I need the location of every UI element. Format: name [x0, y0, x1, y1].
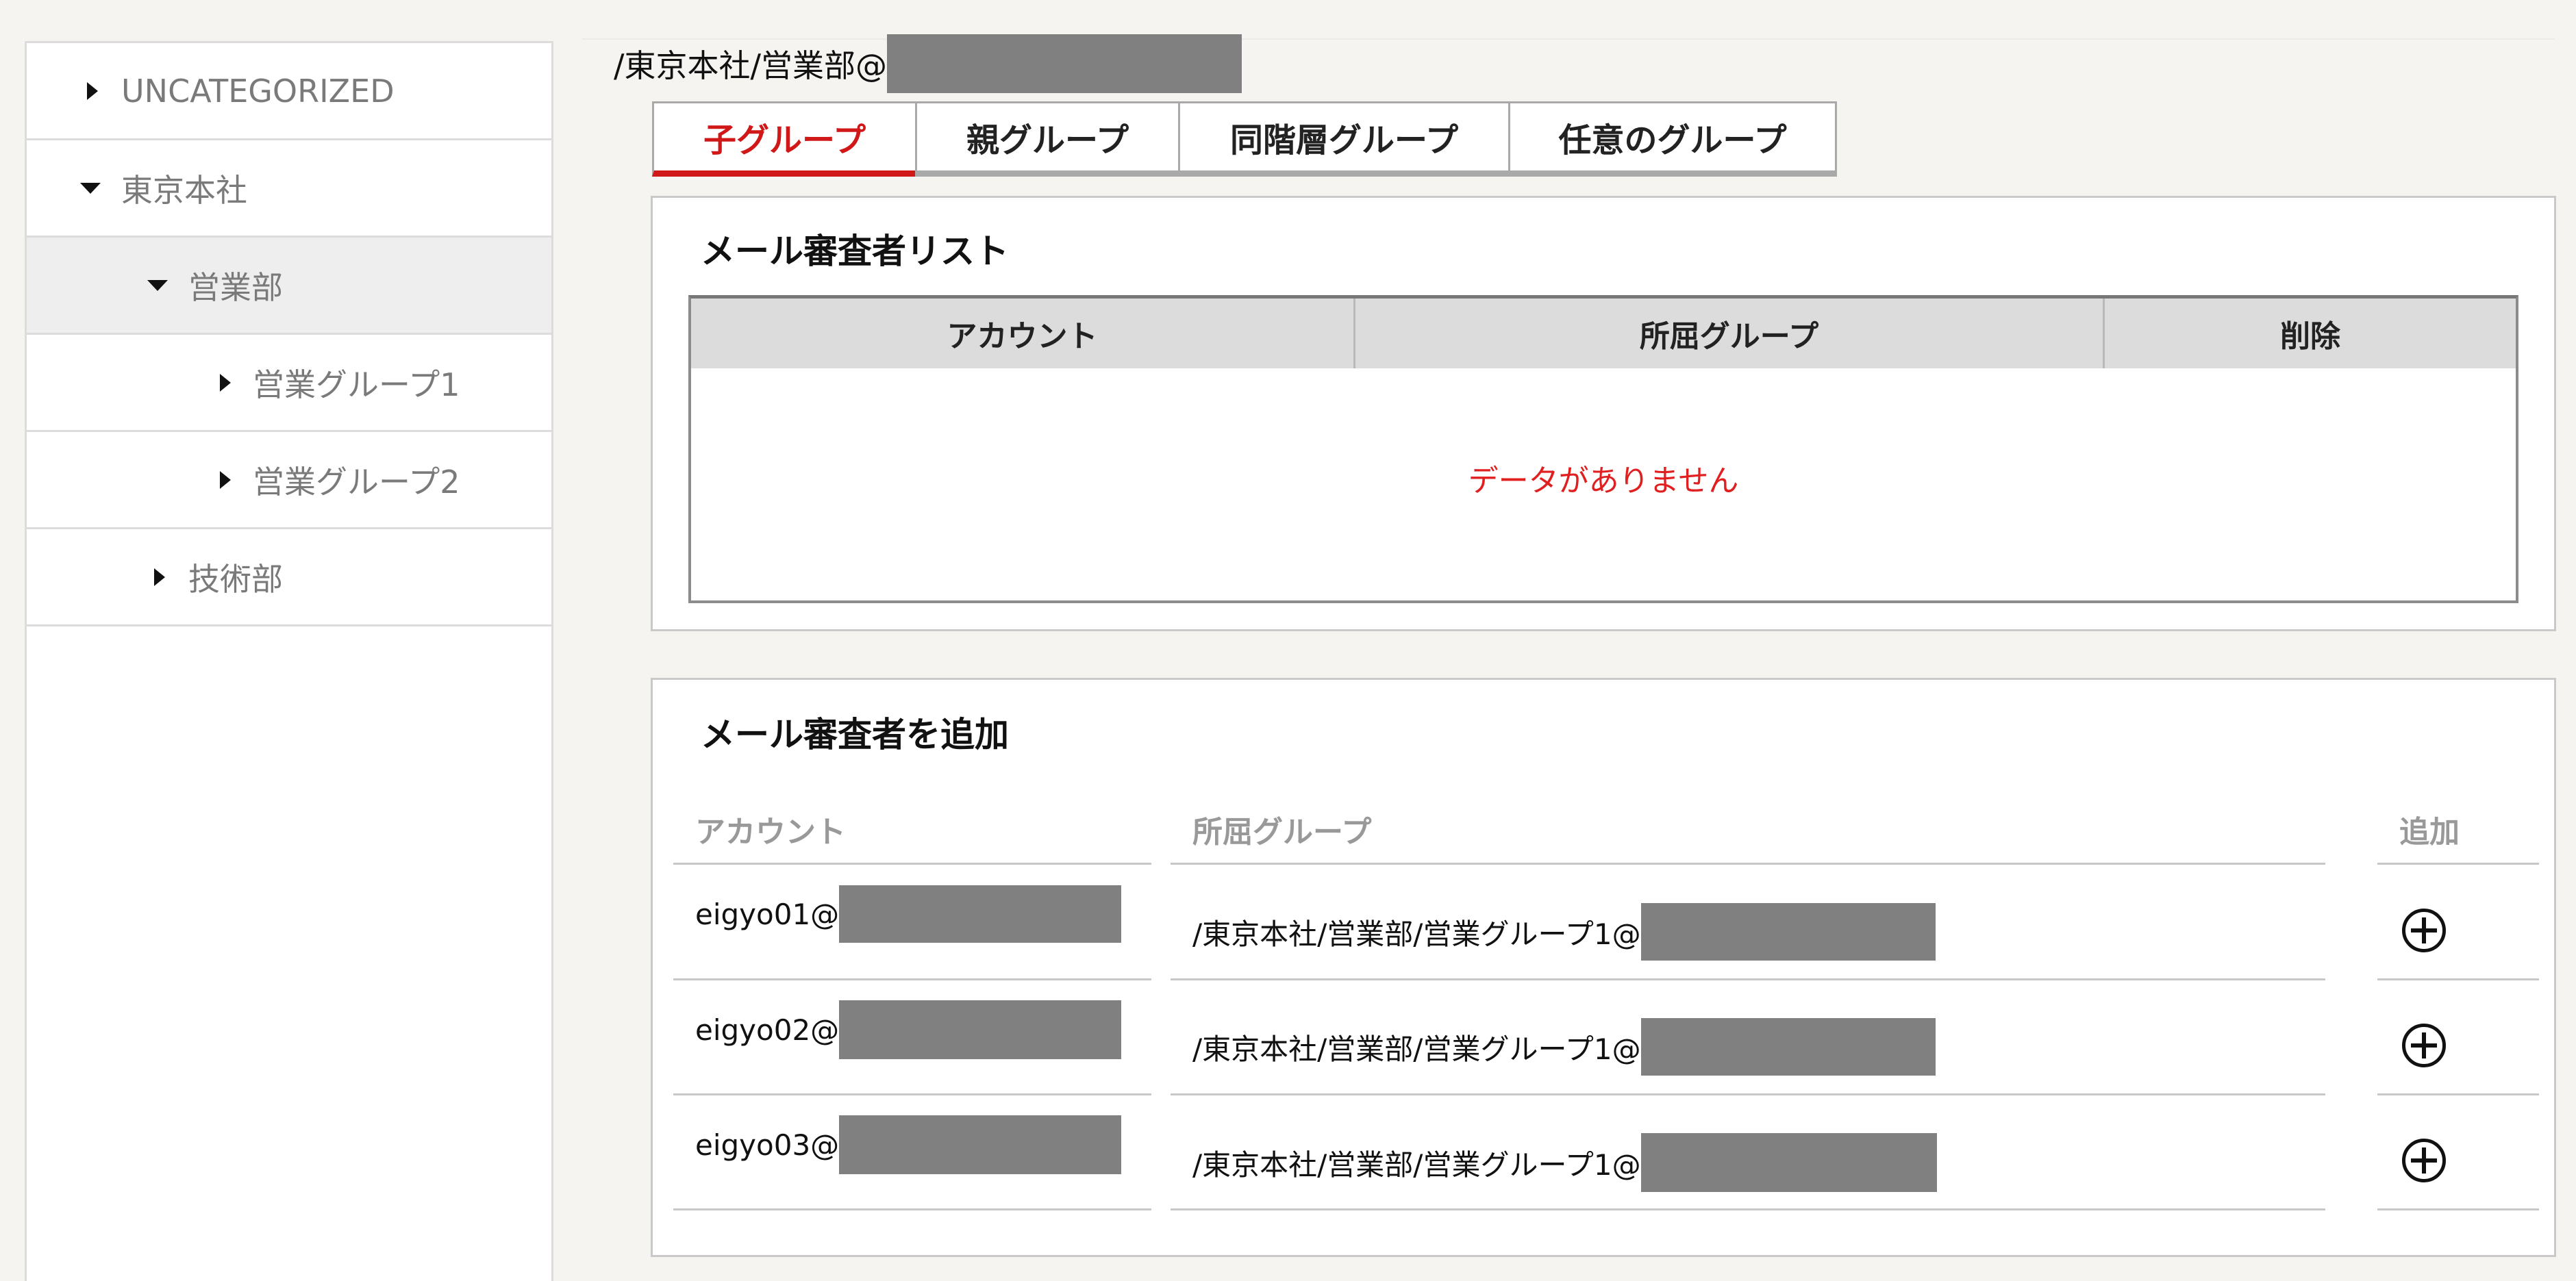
column-header-account[interactable]: アカウント — [691, 299, 1355, 368]
account-cell: eigyo02@ — [695, 1000, 1122, 1059]
tree-item-eigyo-group-2[interactable]: 営業グループ2 — [27, 432, 551, 529]
redacted-domain — [1640, 1018, 1936, 1076]
caret-down-icon[interactable] — [80, 182, 101, 194]
tree-item-label: 営業グループ2 — [253, 463, 460, 500]
caret-right-icon[interactable] — [220, 373, 231, 392]
empty-message: データがありません — [1468, 464, 1739, 498]
breadcrumb-path: /東京本社/営業部@ — [614, 47, 887, 84]
redacted-domain — [839, 885, 1122, 943]
reviewer-list-panel: メール審査者リスト アカウント 所屈グループ 削除 データがありません — [651, 196, 2556, 631]
caret-down-icon[interactable] — [147, 279, 168, 291]
caret-right-icon[interactable] — [87, 81, 98, 100]
group-path: /東京本社/営業部/営業グループ1@ — [1192, 1032, 1641, 1066]
divider — [2377, 1093, 2539, 1095]
add-reviewer-button[interactable] — [2402, 1139, 2446, 1182]
redacted-domain — [1640, 903, 1936, 961]
group-tabs: 子グループ 親グループ 同階層グループ 任意のグループ — [652, 101, 1837, 177]
tree-item-label: 技術部 — [188, 560, 283, 598]
caret-right-icon[interactable] — [154, 568, 165, 586]
divider — [1171, 1208, 2325, 1210]
tree-item-eigyobu[interactable]: 営業部 — [27, 238, 551, 335]
group-tree-sidebar: UNCATEGORIZED 東京本社 営業部 営業グループ1 営業グループ2 技… — [25, 41, 553, 1281]
tree-item-label: 営業部 — [188, 268, 283, 306]
tree-item-eigyo-group-1[interactable]: 営業グループ1 — [27, 335, 551, 432]
group-cell: /東京本社/営業部/営業グループ1@ — [1192, 1018, 1936, 1076]
redacted-domain — [1640, 1133, 1937, 1192]
divider — [673, 863, 1151, 865]
tree-item-uncategorized[interactable]: UNCATEGORIZED — [27, 43, 551, 140]
divider — [1171, 863, 2325, 865]
caret-right-icon[interactable] — [220, 470, 231, 489]
column-header-delete: 削除 — [2280, 319, 2340, 354]
divider — [1171, 978, 2325, 980]
tree-item-label: 東京本社 — [121, 171, 247, 209]
account-name: eigyo01@ — [695, 897, 840, 931]
group-path: /東京本社/営業部/営業グループ1@ — [1192, 1147, 1641, 1182]
tree-item-tokyo-honsha[interactable]: 東京本社 — [27, 140, 551, 238]
tree-item-label: UNCATEGORIZED — [121, 72, 395, 110]
tab-parent-groups[interactable]: 親グループ — [915, 101, 1178, 177]
account-cell: eigyo03@ — [695, 1115, 1122, 1174]
tree-item-label: 営業グループ1 — [253, 366, 460, 403]
tab-custom-groups[interactable]: 任意のグループ — [1508, 101, 1837, 177]
tab-child-groups[interactable]: 子グループ — [652, 101, 915, 177]
column-header-account: アカウント — [695, 815, 846, 850]
column-header-add: 追加 — [2399, 815, 2460, 850]
column-header-group[interactable]: 所屈グループ — [1355, 299, 2105, 368]
group-cell: /東京本社/営業部/営業グループ1@ — [1192, 1133, 1937, 1192]
redacted-domain — [839, 1000, 1122, 1059]
add-reviewer-button[interactable] — [2402, 909, 2446, 952]
add-reviewer-panel: メール審査者を追加 アカウント 所屈グループ 追加 eigyo01@ /東京本社… — [651, 678, 2556, 1257]
divider — [2377, 1208, 2539, 1210]
column-header-group: 所屈グループ — [1192, 815, 1372, 850]
divider — [1171, 1093, 2325, 1095]
divider — [673, 1208, 1151, 1210]
divider — [2377, 863, 2539, 865]
divider — [673, 978, 1151, 980]
panel-title: メール審査者を追加 — [701, 715, 1009, 754]
redacted-domain — [839, 1115, 1122, 1174]
group-cell: /東京本社/営業部/営業グループ1@ — [1192, 903, 1936, 961]
group-path: /東京本社/営業部/営業グループ1@ — [1192, 917, 1641, 951]
redacted-domain — [887, 34, 1242, 93]
table-header: アカウント 所屈グループ 削除 — [691, 299, 2516, 368]
add-reviewer-button[interactable] — [2402, 1024, 2446, 1067]
breadcrumb: /東京本社/営業部@ — [614, 34, 1242, 93]
account-name: eigyo03@ — [695, 1128, 840, 1162]
tab-sibling-groups[interactable]: 同階層グループ — [1178, 101, 1508, 177]
reviewer-list-table: アカウント 所屈グループ 削除 データがありません — [688, 295, 2518, 603]
divider — [673, 1093, 1151, 1095]
account-name: eigyo02@ — [695, 1013, 840, 1047]
account-cell: eigyo01@ — [695, 885, 1122, 943]
divider — [2377, 978, 2539, 980]
panel-title: メール審査者リスト — [701, 231, 1009, 271]
tree-item-gijutsubu[interactable]: 技術部 — [27, 529, 551, 626]
